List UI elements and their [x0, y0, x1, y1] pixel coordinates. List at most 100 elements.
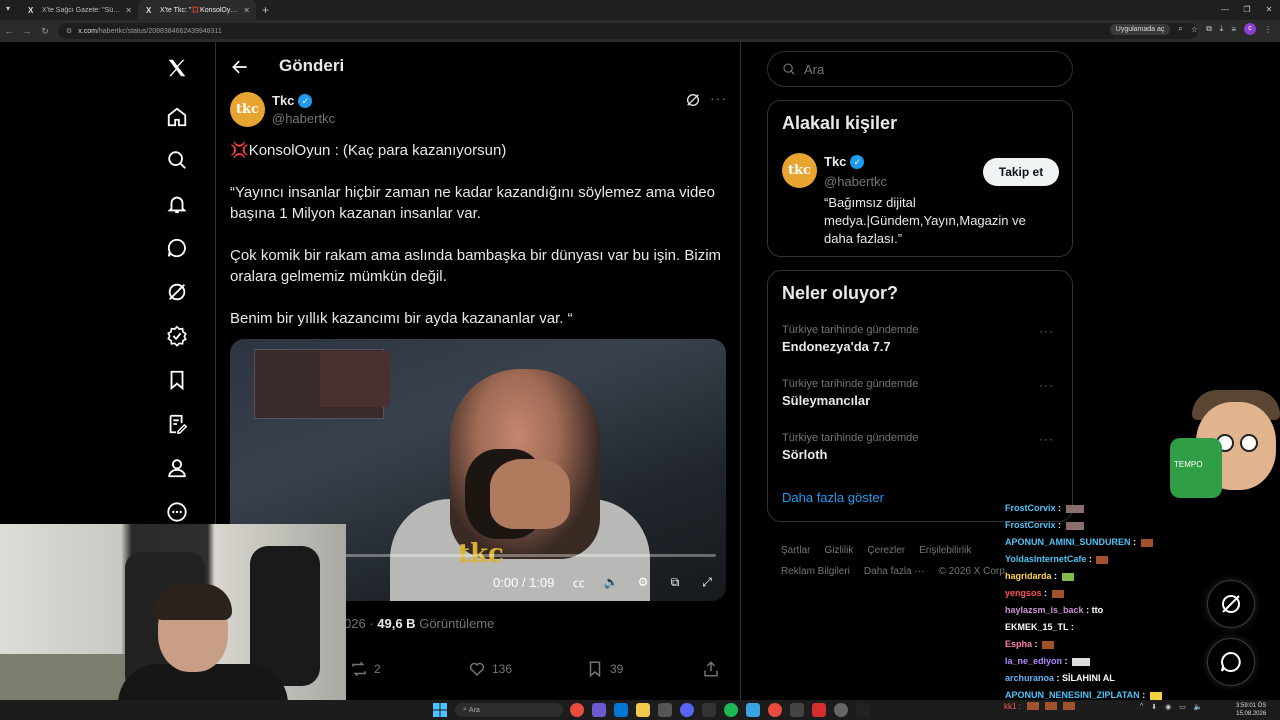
- related-name[interactable]: Tkc: [824, 154, 846, 169]
- star-icon[interactable]: ☆: [1191, 25, 1198, 34]
- related-avatar[interactable]: tkc: [782, 153, 817, 188]
- app-icon[interactable]: [592, 703, 606, 717]
- footer-link[interactable]: Erişilebilirlik: [919, 545, 971, 556]
- home-icon[interactable]: [164, 104, 190, 130]
- chrome-app-icon[interactable]: [570, 703, 584, 717]
- profile-icon[interactable]: [164, 455, 190, 481]
- webcam-chair: [250, 546, 320, 686]
- network-icon[interactable]: ▭: [1179, 703, 1186, 711]
- extension-icon[interactable]: ⧉: [1206, 24, 1212, 34]
- post-date-fragment[interactable]: 026: [344, 616, 366, 631]
- media-icon[interactable]: ≡: [1231, 25, 1236, 34]
- bookmark-icon: [589, 661, 601, 678]
- repost-button[interactable]: 2: [350, 660, 381, 678]
- tab-search-icon[interactable]: ▾: [6, 4, 10, 13]
- maximize-icon[interactable]: ❐: [1236, 0, 1258, 20]
- chrome-app-icon[interactable]: [768, 703, 782, 717]
- messages-icon[interactable]: [164, 235, 190, 261]
- footer-link[interactable]: Daha fazla ···: [864, 566, 925, 577]
- articles-icon[interactable]: [164, 411, 190, 437]
- share-button[interactable]: [702, 660, 720, 678]
- messages-fab-button[interactable]: [1207, 638, 1255, 686]
- trend-more-icon[interactable]: ···: [1039, 432, 1054, 446]
- show-more-link[interactable]: Daha fazla göster: [782, 490, 884, 505]
- trend-more-icon[interactable]: ···: [1039, 378, 1054, 392]
- grok-icon[interactable]: [164, 279, 190, 305]
- app-icon[interactable]: [702, 703, 716, 717]
- app-icon[interactable]: [746, 703, 760, 717]
- app-icon[interactable]: [614, 703, 628, 717]
- back-arrow-icon[interactable]: [230, 57, 250, 77]
- trend-item[interactable]: Türkiye tarihinde gündemde Süleymancılar…: [782, 378, 1062, 408]
- taskbar-search-input[interactable]: ⌕ Ara: [455, 703, 563, 717]
- close-tab-icon[interactable]: ✕: [125, 6, 132, 15]
- settings-gear-icon[interactable]: ⚙: [634, 573, 652, 591]
- footer-link[interactable]: Reklam Bilgileri: [781, 566, 850, 577]
- taskbar-apps: [570, 703, 870, 717]
- author-name-row[interactable]: Tkc ✓: [272, 93, 313, 108]
- author-avatar[interactable]: tkc: [230, 92, 265, 127]
- premium-verified-icon[interactable]: [164, 323, 190, 349]
- open-in-app-button[interactable]: Uygulamada aç: [1109, 23, 1171, 35]
- download-icon[interactable]: ⤓: [1220, 24, 1224, 34]
- volume-icon[interactable]: 🔈: [602, 573, 620, 591]
- related-name-row[interactable]: Tkc ✓: [824, 154, 865, 169]
- more-icon[interactable]: [164, 499, 190, 525]
- captions-icon[interactable]: ㏄: [570, 573, 588, 591]
- fullscreen-icon[interactable]: ⤢: [698, 573, 716, 591]
- site-info-icon[interactable]: ⚙: [66, 27, 72, 35]
- search-input[interactable]: Ara: [767, 51, 1073, 87]
- related-people-title: Alakalı kişiler: [782, 113, 898, 133]
- file-explorer-icon[interactable]: [636, 703, 650, 717]
- trend-name: Süleymancılar: [782, 393, 871, 408]
- follow-button[interactable]: Takip et: [983, 158, 1059, 186]
- app-icon[interactable]: [658, 703, 672, 717]
- zoom-icon[interactable]: ⌕: [1178, 24, 1182, 34]
- grok-fab-button[interactable]: [1207, 580, 1255, 628]
- back-icon[interactable]: ←: [0, 26, 18, 36]
- close-tab-icon[interactable]: ✕: [243, 6, 250, 15]
- volume-icon[interactable]: 🔈: [1194, 703, 1203, 711]
- search-icon[interactable]: [164, 147, 190, 173]
- footer-link[interactable]: Şartlar: [781, 545, 810, 556]
- bookmark-button[interactable]: 39: [586, 660, 623, 678]
- related-handle[interactable]: @habertkc: [824, 174, 887, 189]
- footer-copyright: © 2026 X Corp.: [938, 566, 1008, 577]
- tray-app-icon[interactable]: ⬇: [1151, 703, 1157, 711]
- app-icon[interactable]: [834, 703, 848, 717]
- tray-arrow-icon[interactable]: ^: [1140, 703, 1143, 711]
- browser-tab-2[interactable]: X X'te Tkc: "💢KonsolOyun :... ✕: [138, 0, 256, 20]
- discord-icon[interactable]: [680, 703, 694, 717]
- trend-item[interactable]: Türkiye tarihinde gündemde Endonezya'da …: [782, 324, 1062, 354]
- profile-avatar[interactable]: c: [1244, 23, 1256, 35]
- video-progress-bar[interactable]: [340, 554, 716, 557]
- omnibox[interactable]: ⚙ x.com/habertkc/status/2088384662439948…: [58, 23, 1280, 39]
- browser-tab-1[interactable]: X X'te Sağcı Gazete: "Süleymancı... ✕: [20, 0, 138, 20]
- author-name[interactable]: Tkc: [272, 93, 294, 108]
- notifications-bell-icon[interactable]: [164, 191, 190, 217]
- spotify-icon[interactable]: [724, 703, 738, 717]
- post-more-options-icon[interactable]: ···: [710, 90, 727, 106]
- obs-icon[interactable]: [812, 703, 826, 717]
- forward-icon[interactable]: →: [18, 26, 36, 36]
- grok-explain-icon[interactable]: [685, 92, 701, 108]
- footer-link[interactable]: Gizlilik: [824, 545, 853, 556]
- taskbar-clock[interactable]: 3:59:01 ÖS 15.08.2026: [1236, 702, 1266, 718]
- footer-link[interactable]: Çerezler: [867, 545, 905, 556]
- windows-start-icon[interactable]: [433, 703, 447, 717]
- like-button[interactable]: 136: [468, 660, 512, 678]
- author-handle[interactable]: @habertkc: [272, 111, 335, 126]
- bookmarks-icon[interactable]: [164, 367, 190, 393]
- reload-icon[interactable]: ↻: [36, 26, 54, 37]
- trend-more-icon[interactable]: ···: [1039, 324, 1054, 338]
- menu-icon[interactable]: ⋮: [1264, 25, 1272, 34]
- pip-icon[interactable]: ⧉: [666, 573, 684, 591]
- new-tab-button[interactable]: +: [262, 3, 269, 17]
- x-logo-icon[interactable]: [164, 55, 190, 81]
- minimize-icon[interactable]: —: [1214, 0, 1236, 20]
- app-icon[interactable]: [790, 703, 804, 717]
- close-window-icon[interactable]: ✕: [1258, 0, 1280, 20]
- trend-item[interactable]: Türkiye tarihinde gündemde Sörloth ···: [782, 432, 1062, 462]
- x-app-icon[interactable]: [856, 703, 870, 717]
- tray-app-icon[interactable]: ◉: [1165, 703, 1171, 711]
